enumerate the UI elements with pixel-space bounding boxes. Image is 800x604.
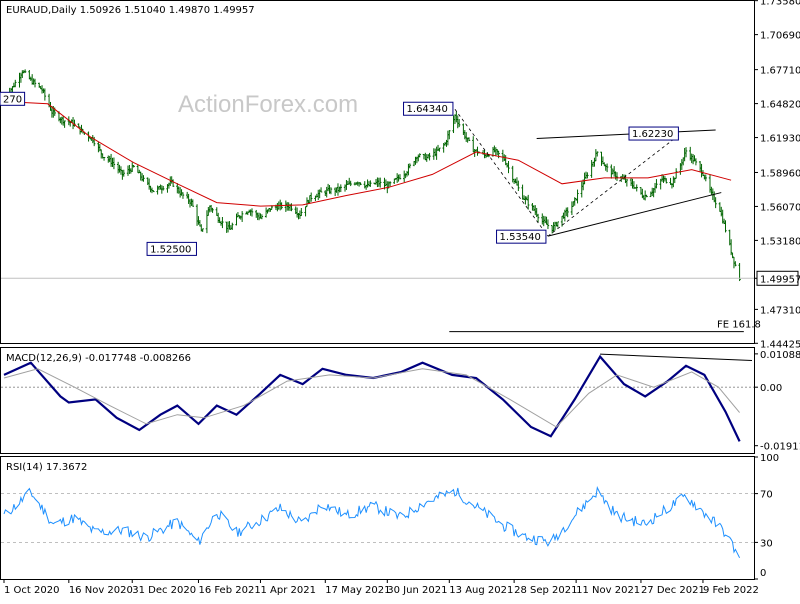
price-axis-label: 1.73580 bbox=[760, 0, 800, 8]
price-axis-label: 1.61930 bbox=[760, 134, 800, 145]
date-axis-label: 11 Nov 2021 bbox=[576, 585, 640, 596]
date-axis-label: 30 Jun 2021 bbox=[387, 585, 447, 596]
macd-axis-label: 0.010882 bbox=[760, 350, 800, 361]
rsi-axis-label: 0 bbox=[760, 568, 766, 579]
watermark: ActionForex.com bbox=[178, 91, 358, 118]
rsi-panel-title: RSI(14) 17.3672 bbox=[6, 462, 87, 473]
price-label: 1.53540 bbox=[500, 232, 541, 243]
price-label: 270 bbox=[3, 94, 22, 105]
date-axis-label: 13 Aug 2021 bbox=[449, 585, 513, 596]
price-panel-title: EURAUD,Daily 1.50926 1.51040 1.49870 1.4… bbox=[6, 5, 255, 16]
price-axis-label: 1.44425 bbox=[760, 339, 800, 350]
price-axis-label: 1.58960 bbox=[760, 168, 800, 179]
price-label: 1.52500 bbox=[150, 244, 191, 255]
price-axis-label: 1.56070 bbox=[760, 202, 800, 213]
rsi-axis-label: 100 bbox=[760, 453, 779, 464]
price-label: 1.64340 bbox=[407, 104, 448, 115]
price-panel bbox=[0, 0, 755, 344]
date-axis-label: 28 Sep 2021 bbox=[514, 585, 577, 596]
price-axis-label: 1.70690 bbox=[760, 31, 800, 42]
date-axis-label: 17 May 2021 bbox=[325, 585, 390, 596]
rsi-axis-label: 30 bbox=[760, 538, 773, 549]
rsi-panel bbox=[0, 456, 755, 580]
date-axis-label: 1 Oct 2020 bbox=[4, 585, 59, 596]
price-axis-label: 1.64820 bbox=[760, 100, 800, 111]
macd-axis-label: 0.00 bbox=[760, 383, 782, 394]
rsi-axis-label: 70 bbox=[760, 490, 773, 501]
price-axis-label: 1.53180 bbox=[760, 236, 800, 247]
date-axis-label: 16 Feb 2021 bbox=[198, 585, 260, 596]
date-axis-label: 9 Feb 2022 bbox=[703, 585, 759, 596]
price-label: 1.62230 bbox=[632, 129, 673, 140]
price-axis-label: 1.49957 bbox=[760, 274, 800, 285]
date-axis-label: 16 Nov 2020 bbox=[69, 585, 133, 596]
date-axis-label: 31 Dec 2020 bbox=[132, 585, 196, 596]
euraud-chart: ActionForex.com 270 1.52500 1.64340 1.53540… bbox=[0, 0, 800, 596]
macd-axis-label: -0.019112 bbox=[760, 442, 800, 453]
price-label: FE 161.8 bbox=[717, 320, 761, 331]
price-axis-label: 1.47310 bbox=[760, 305, 800, 316]
macd-panel-title: MACD(12,26,9) -0.017748 -0.008266 bbox=[6, 353, 191, 364]
price-axis-label: 1.67710 bbox=[760, 66, 800, 77]
date-axis-label: 27 Dec 2021 bbox=[641, 585, 705, 596]
date-axis-label: 1 Apr 2021 bbox=[260, 585, 315, 596]
